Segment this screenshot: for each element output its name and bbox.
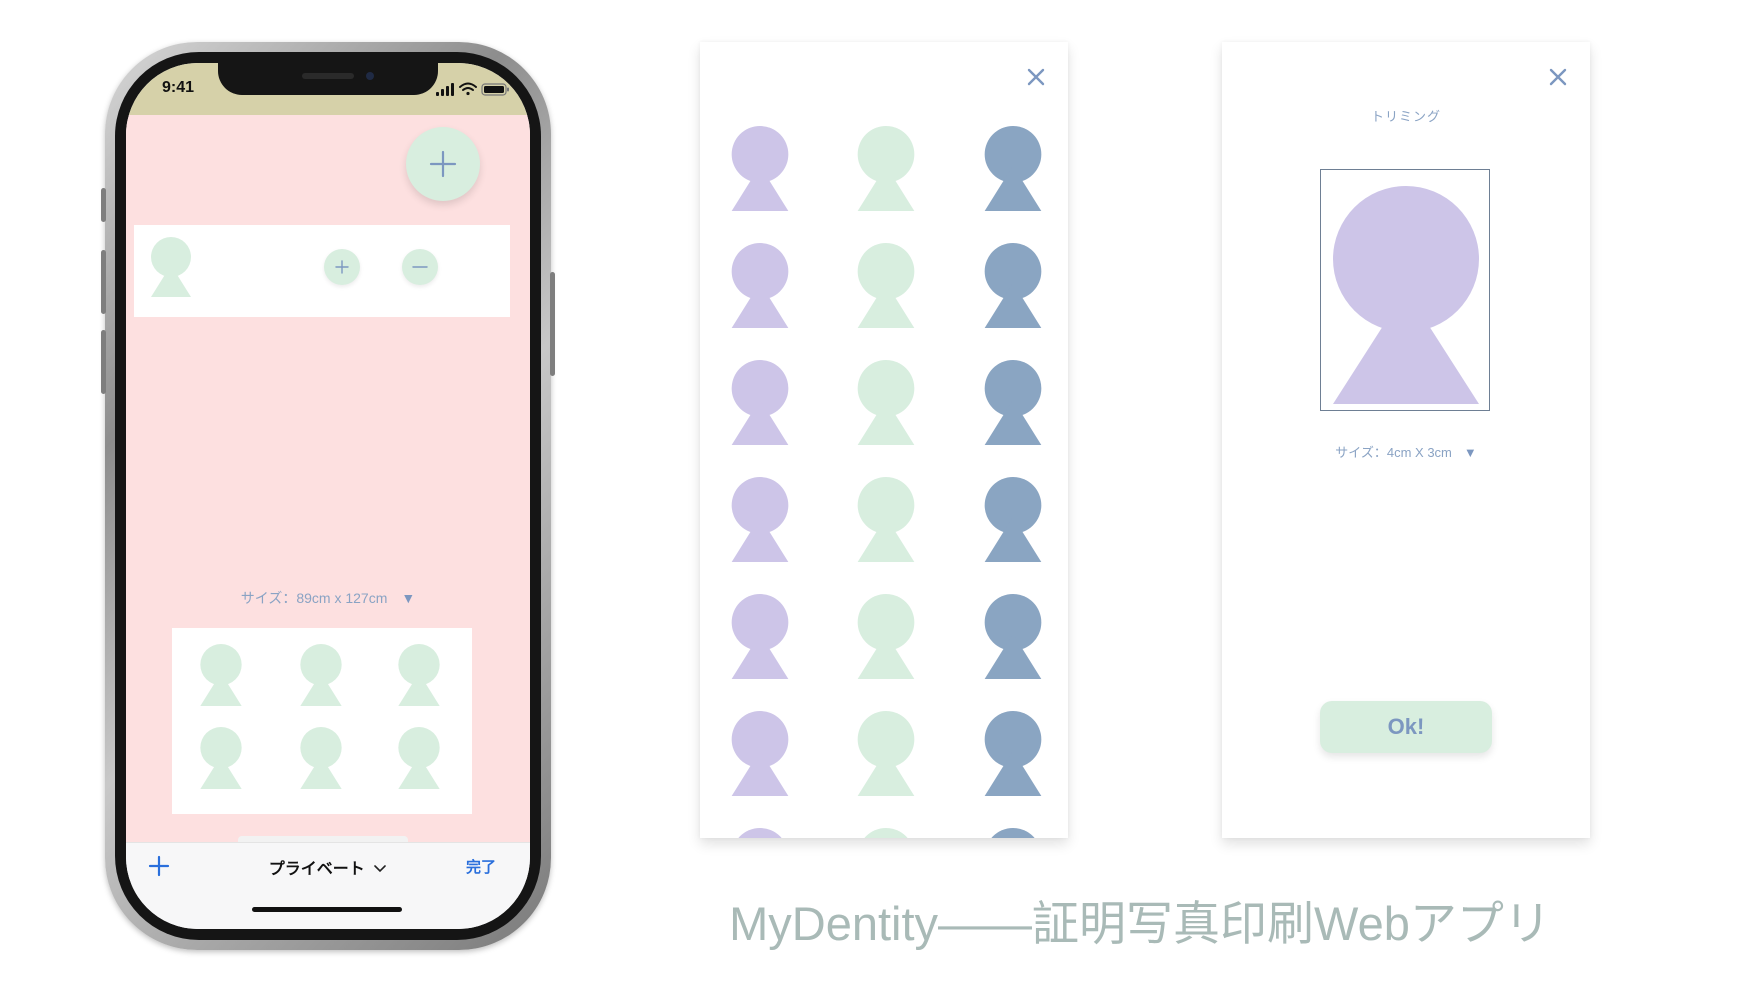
status-time: 9:41 — [162, 79, 195, 96]
selectable-photo[interactable] — [730, 828, 790, 838]
selectable-photo[interactable] — [983, 711, 1043, 796]
signal-icon — [436, 83, 454, 96]
photo-picker-panel — [700, 42, 1068, 838]
phone-silent-switch — [101, 188, 106, 222]
trimming-crop-frame[interactable] — [1320, 169, 1490, 411]
front-camera — [366, 72, 374, 80]
home-indicator — [252, 907, 402, 912]
decrease-quantity-button[interactable] — [402, 249, 438, 285]
trimming-title: トリミング — [1370, 110, 1441, 125]
trimming-size-label: サイズ：4cm X 3cm — [1335, 445, 1452, 460]
selectable-photo[interactable] — [983, 126, 1043, 211]
done-button[interactable]: 完了 — [466, 856, 496, 877]
close-icon[interactable] — [1547, 66, 1569, 88]
phone-screen: 9:41 サイズ：89cm x 127cm ▼ プライベート 完了 — [126, 63, 530, 929]
print-size-label: サイズ：89cm x 127cm — [240, 590, 388, 606]
plus-icon — [335, 260, 349, 274]
dropdown-triangle-icon: ▼ — [1463, 445, 1477, 460]
selectable-photo[interactable] — [856, 477, 916, 562]
album-title: プライベート — [268, 859, 365, 878]
preview-photo — [398, 644, 440, 706]
wifi-icon — [459, 82, 477, 96]
notch-speaker — [302, 73, 354, 79]
selectable-photo[interactable] — [983, 594, 1043, 679]
chevron-down-icon — [374, 865, 387, 873]
increase-quantity-button[interactable] — [324, 249, 360, 285]
print-size-selector[interactable]: サイズ：89cm x 127cm ▼ — [126, 588, 530, 608]
notch — [218, 63, 438, 95]
preview-photo — [300, 727, 342, 789]
album-selector[interactable]: プライベート — [228, 855, 428, 879]
plus-icon — [429, 150, 457, 178]
print-sheet-preview — [172, 628, 472, 814]
selectable-photo[interactable] — [730, 594, 790, 679]
selectable-photo[interactable] — [983, 477, 1043, 562]
photo-thumbnail[interactable] — [150, 237, 192, 297]
selectable-photo[interactable] — [856, 243, 916, 328]
selectable-photo[interactable] — [856, 126, 916, 211]
minus-icon — [412, 266, 428, 268]
selectable-photo[interactable] — [856, 828, 916, 838]
order-item-card: 6 — [134, 225, 510, 317]
selectable-photo[interactable] — [983, 243, 1043, 328]
selectable-photo[interactable] — [856, 711, 916, 796]
trimming-panel: トリミング サイズ：4cm X 3cm ▼ Ok! — [1222, 42, 1590, 838]
selectable-photo[interactable] — [730, 711, 790, 796]
order-screen: 6 サイズ：89cm x 127cm ▼ — [126, 115, 530, 844]
trimming-photo — [1333, 186, 1479, 404]
selectable-photo[interactable] — [983, 360, 1043, 445]
ok-button[interactable]: Ok! — [1320, 701, 1492, 753]
selectable-photo[interactable] — [983, 828, 1043, 838]
selectable-photo[interactable] — [856, 360, 916, 445]
add-photo-button[interactable] — [406, 127, 480, 201]
plus-icon[interactable] — [146, 853, 172, 879]
app-caption: MyDentity――証明写真印刷Webアプリ — [729, 897, 1551, 950]
status-icons — [436, 81, 512, 101]
phone-power-button — [550, 272, 555, 376]
selectable-photo[interactable] — [730, 243, 790, 328]
trimming-size-selector[interactable]: サイズ：4cm X 3cm ▼ — [1222, 442, 1590, 461]
selectable-photo[interactable] — [730, 477, 790, 562]
preview-photo — [200, 727, 242, 789]
preview-photo — [200, 644, 242, 706]
preview-photo — [398, 727, 440, 789]
phone-volume-down — [101, 330, 106, 394]
dropdown-triangle-icon: ▼ — [401, 590, 416, 606]
selectable-photo[interactable] — [730, 360, 790, 445]
phone-volume-up — [101, 250, 106, 314]
selectable-photo[interactable] — [730, 126, 790, 211]
close-icon[interactable] — [1025, 66, 1047, 88]
preview-photo — [300, 644, 342, 706]
battery-icon — [481, 83, 509, 96]
bottom-toolbar: プライベート 完了 — [126, 842, 530, 929]
selectable-photo[interactable] — [856, 594, 916, 679]
